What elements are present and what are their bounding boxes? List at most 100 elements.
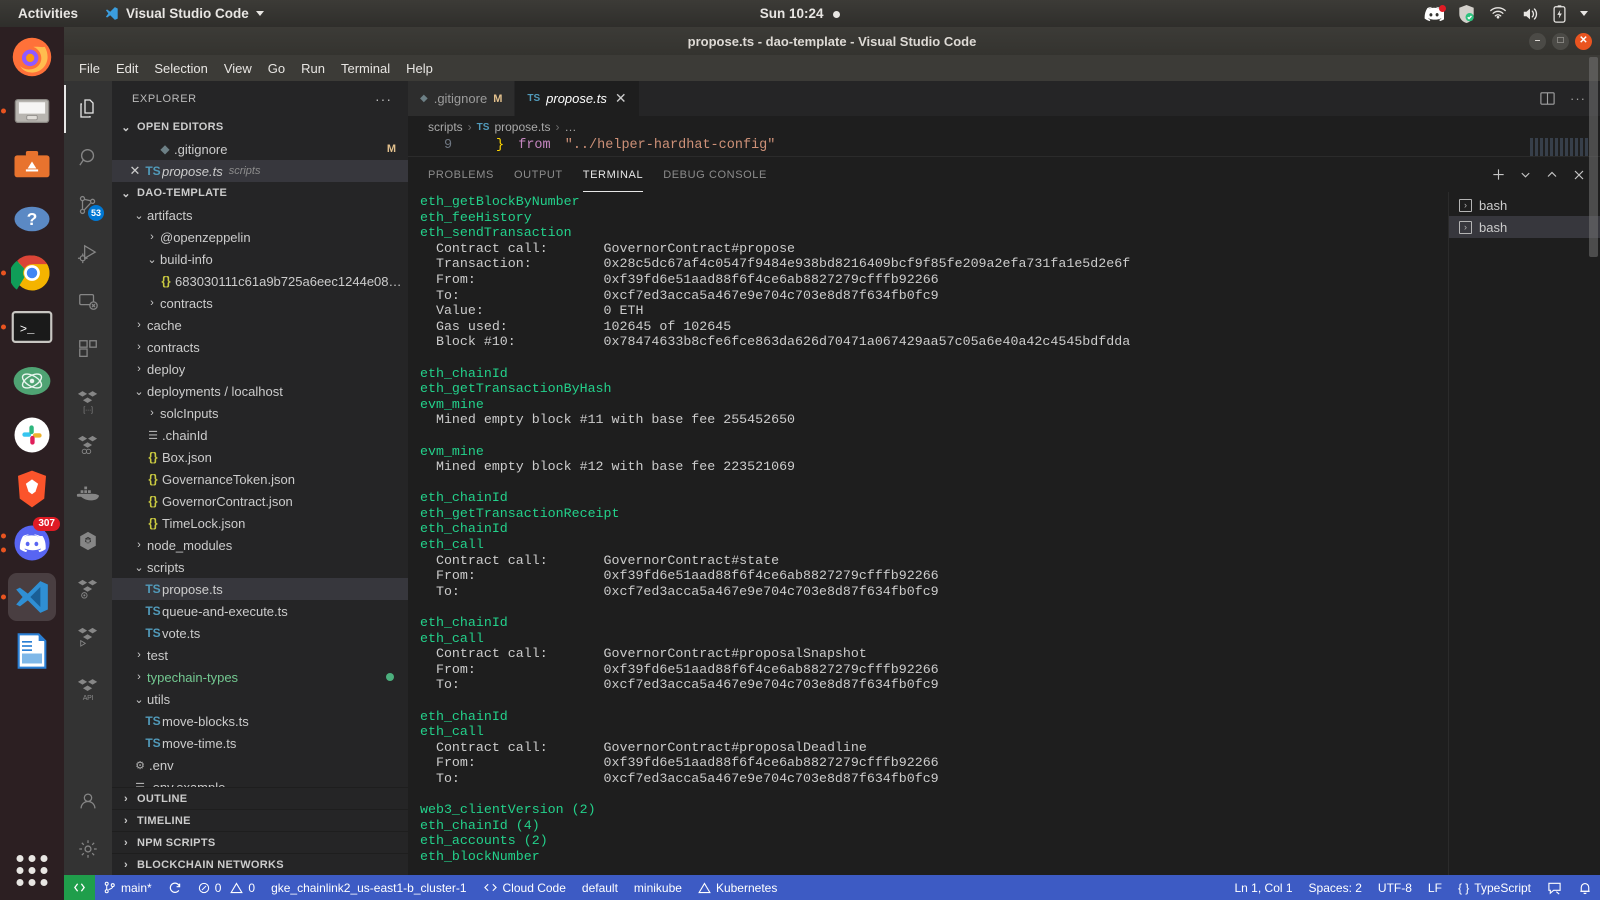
tree-file[interactable]: {} GovernorContract.json <box>112 490 408 512</box>
menu-help[interactable]: Help <box>399 58 440 79</box>
open-editor-propose-ts[interactable]: ✕ TS propose.ts scripts <box>112 160 408 182</box>
tree-file[interactable]: {} Box.json <box>112 446 408 468</box>
terminal-instance-bash-1[interactable]: › bash <box>1449 194 1600 216</box>
section-outline[interactable]: › OUTLINE <box>112 787 408 809</box>
chevron-down-icon[interactable] <box>1519 168 1532 181</box>
tab-output[interactable]: OUTPUT <box>514 157 563 192</box>
menu-go[interactable]: Go <box>261 58 292 79</box>
tree-folder[interactable]: › cache <box>112 314 408 336</box>
open-editor-gitignore[interactable]: ◆ .gitignore M <box>112 138 408 160</box>
activitybar-item-kubernetes[interactable] <box>64 517 112 565</box>
activitybar-item-cloud-code-api[interactable]: API <box>64 661 112 709</box>
tree-folder[interactable]: › solcInputs <box>112 402 408 424</box>
dock-item-firefox[interactable] <box>8 33 56 81</box>
tree-folder[interactable]: ⌄ deployments / localhost <box>112 380 408 402</box>
tree-folder[interactable]: › contracts <box>112 292 408 314</box>
tab-gitignore[interactable]: ◆ .gitignore M <box>408 81 516 116</box>
tree-folder[interactable]: › node_modules <box>112 534 408 556</box>
status-editor-position[interactable]: Ln 1, Col 1 <box>1227 875 1301 900</box>
split-editor-icon[interactable] <box>1539 90 1556 107</box>
menu-terminal[interactable]: Terminal <box>334 58 397 79</box>
dock-item-slack[interactable] <box>8 411 56 459</box>
wifi-icon[interactable] <box>1489 6 1507 21</box>
terminal-output[interactable]: eth_getBlockByNumber eth_feeHistory eth_se… <box>408 192 1448 875</box>
status-kubernetes[interactable]: Kubernetes <box>690 875 785 900</box>
menu-run[interactable]: Run <box>294 58 332 79</box>
close-icon[interactable]: ✕ <box>126 163 144 179</box>
activitybar-item-manage-settings[interactable] <box>64 825 112 873</box>
menu-edit[interactable]: Edit <box>109 58 145 79</box>
activitybar-item-source-control[interactable]: 53 <box>64 181 112 229</box>
status-language-mode[interactable]: { } TypeScript <box>1450 875 1539 900</box>
status-gcp-project[interactable]: default <box>574 875 626 900</box>
tree-file[interactable]: ⚙ .env <box>112 754 408 776</box>
tab-debug-console[interactable]: DEBUG CONSOLE <box>663 157 767 192</box>
dock-item-google-chrome[interactable] <box>1 249 56 297</box>
activitybar-item-cloud-code-run[interactable] <box>64 613 112 661</box>
close-button[interactable]: ✕ <box>1575 32 1592 50</box>
activitybar-item-cloud-code-deploy[interactable]: [···] <box>64 373 112 421</box>
activitybar-item-run-and-debug[interactable] <box>64 229 112 277</box>
clock[interactable]: Sun 10:24 <box>760 6 824 21</box>
tree-file[interactable]: ☰.env.example <box>112 776 408 788</box>
tree-folder[interactable]: › typechain-types <box>112 666 408 688</box>
add-terminal-icon[interactable] <box>1491 167 1506 182</box>
tree-folder[interactable]: › @openzeppelin <box>112 226 408 248</box>
tree-file[interactable]: {} TimeLock.json <box>112 512 408 534</box>
section-blockchain-networks[interactable]: › BLOCKCHAIN NETWORKS <box>112 853 408 875</box>
tab-propose-ts[interactable]: TS propose.ts ✕ <box>515 81 640 116</box>
status-kubernetes-context[interactable]: gke_chainlink2_us-east1-b_cluster-1 <box>263 875 474 900</box>
activitybar-item-search[interactable] <box>64 133 112 181</box>
dock-item-ubuntu-software[interactable] <box>8 141 56 189</box>
terminal-scrollbar[interactable] <box>1589 57 1598 257</box>
more-actions-icon[interactable]: ··· <box>1570 91 1586 106</box>
app-menu-button[interactable]: Visual Studio Code <box>98 3 270 24</box>
status-feedback[interactable] <box>1539 875 1570 900</box>
activitybar-item-extensions[interactable] <box>64 325 112 373</box>
close-icon[interactable]: ✕ <box>615 90 627 107</box>
tree-file[interactable]: TS move-blocks.ts <box>112 710 408 732</box>
status-eol[interactable]: LF <box>1420 875 1450 900</box>
minimap[interactable] <box>1530 138 1590 156</box>
volume-icon[interactable] <box>1521 6 1539 22</box>
status-encoding[interactable]: UTF-8 <box>1370 875 1420 900</box>
tree-file[interactable]: TS vote.ts <box>112 622 408 644</box>
system-menu-chevron-icon[interactable] <box>1580 11 1588 16</box>
status-sync-changes[interactable] <box>160 875 190 900</box>
tab-terminal[interactable]: TERMINAL <box>582 157 644 192</box>
dock-item-visual-studio-code[interactable] <box>1 573 56 621</box>
tab-problems[interactable]: PROBLEMS <box>428 157 494 192</box>
dock-item-libreoffice-impress[interactable] <box>8 627 56 675</box>
menu-view[interactable]: View <box>217 58 259 79</box>
dock-item-files[interactable] <box>1 87 56 135</box>
close-panel-icon[interactable] <box>1572 168 1586 182</box>
dock-item-terminal[interactable]: >_ <box>1 303 56 351</box>
show-applications-button[interactable] <box>16 855 48 886</box>
maximize-button[interactable]: □ <box>1552 32 1569 50</box>
status-minikube[interactable]: minikube <box>626 875 690 900</box>
discord-tray-icon[interactable] <box>1424 4 1446 22</box>
maximize-panel-icon[interactable] <box>1545 168 1559 182</box>
breadcrumb-item-symbol[interactable]: … <box>565 120 577 134</box>
status-git-branch[interactable]: main* <box>95 875 160 900</box>
activitybar-item-remote-explorer[interactable] <box>64 277 112 325</box>
menu-file[interactable]: File <box>72 58 107 79</box>
tree-folder[interactable]: ⌄ scripts <box>112 556 408 578</box>
activitybar-item-cloud-code-apis[interactable] <box>64 421 112 469</box>
dock-item-atom[interactable] <box>8 357 56 405</box>
status-notifications[interactable] <box>1570 875 1600 900</box>
activitybar-item-accounts[interactable] <box>64 777 112 825</box>
dock-item-discord[interactable]: 307 <box>1 517 60 567</box>
section-npm-scripts[interactable]: › NPM SCRIPTS <box>112 831 408 853</box>
status-remote-host[interactable] <box>64 875 95 900</box>
status-cloud-code[interactable]: Cloud Code <box>475 875 574 900</box>
tree-folder[interactable]: ⌄ build-info <box>112 248 408 270</box>
dock-item-help[interactable]: ? <box>8 195 56 243</box>
activities-button[interactable]: Activities <box>12 3 84 24</box>
tree-folder[interactable]: › contracts <box>112 336 408 358</box>
tree-folder[interactable]: › test <box>112 644 408 666</box>
status-problems[interactable]: 0 0 <box>190 875 263 900</box>
status-indentation[interactable]: Spaces: 2 <box>1301 875 1370 900</box>
breadcrumb-item-file[interactable]: propose.ts <box>494 120 550 134</box>
tree-file[interactable]: TS propose.ts <box>112 578 408 600</box>
